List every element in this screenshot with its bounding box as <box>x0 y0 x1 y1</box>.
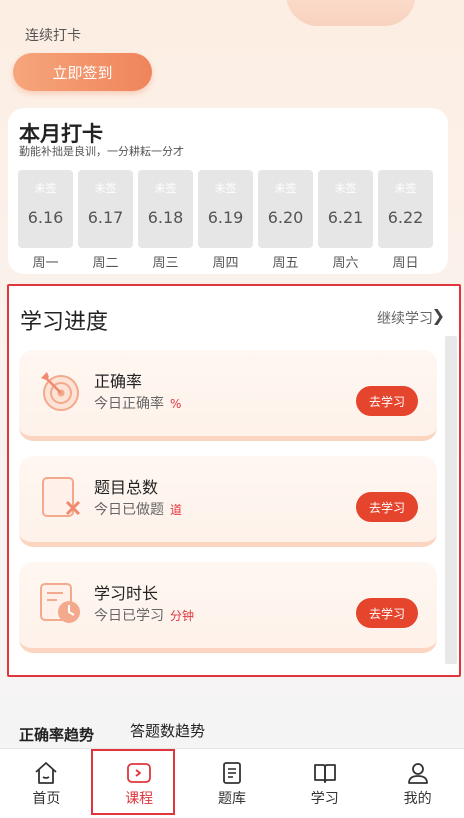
day-date: 6.17 <box>87 208 124 227</box>
day-status: 未签 <box>274 182 297 195</box>
day-box: 未签 6.17 <box>78 170 133 248</box>
home-icon <box>35 762 57 784</box>
day-date: 6.19 <box>207 208 244 227</box>
day-item[interactable]: 未签 6.17 周二 <box>78 170 133 271</box>
stat-title: 正确率 <box>94 372 143 391</box>
tab-answer-count-trend[interactable]: 答题数趋势 <box>130 720 205 741</box>
tab-label: 课程 <box>125 791 154 807</box>
day-box: 未签 6.19 <box>198 170 253 248</box>
stat-subtitle: 今日已做题道 <box>94 499 182 519</box>
day-box: 未签 6.22 <box>378 170 433 248</box>
tab-mine[interactable]: 我的 <box>371 749 464 818</box>
stat-card-total-questions[interactable]: 题目总数 今日已做题道 去学习 <box>19 456 437 547</box>
day-box: 未签 6.18 <box>138 170 193 248</box>
book-icon <box>313 764 336 783</box>
day-weekday: 周四 <box>212 256 239 271</box>
tab-label: 首页 <box>32 791 61 807</box>
stat-unit: 分钟 <box>170 609 195 623</box>
day-weekday: 周三 <box>152 256 179 271</box>
tab-course[interactable]: 课程 <box>93 749 186 818</box>
tab-accuracy-trend[interactable]: 正确率趋势 <box>19 724 94 745</box>
day-box: 未签 6.16 <box>18 170 73 248</box>
day-status: 未签 <box>34 182 57 195</box>
scrollbar[interactable] <box>445 336 457 664</box>
tab-label: 题库 <box>217 791 246 807</box>
study-progress-panel: 学习进度 继续学习 ❯ 正确率 今日正确率% 去学习 题目总数 今日已做题道 去… <box>7 284 461 677</box>
day-weekday: 周日 <box>392 256 419 271</box>
day-date: 6.16 <box>27 208 64 227</box>
tab-label: 我的 <box>403 791 432 807</box>
streak-label: 连续打卡 <box>25 28 81 44</box>
day-status: 未签 <box>334 182 357 195</box>
tab-question-bank[interactable]: 题库 <box>186 749 279 818</box>
go-study-button[interactable]: 去学习 <box>356 598 418 628</box>
day-weekday: 周一 <box>32 256 59 271</box>
target-icon <box>41 372 79 411</box>
stat-card-accuracy[interactable]: 正确率 今日正确率% 去学习 <box>19 350 437 441</box>
day-date: 6.20 <box>267 208 304 227</box>
day-status: 未签 <box>394 182 417 195</box>
day-weekday: 周六 <box>332 256 359 271</box>
stat-card-study-time[interactable]: 学习时长 今日已学习 分钟 去学习 <box>19 562 437 653</box>
day-item[interactable]: 未签 6.22 周日 <box>378 170 433 271</box>
day-item[interactable]: 未签 6.20 周五 <box>258 170 313 271</box>
day-status: 未签 <box>154 182 177 195</box>
tab-study[interactable]: 学习 <box>278 749 371 818</box>
chevron-right-icon[interactable]: ❯ <box>432 306 445 325</box>
stat-subtitle-text: 今日正确率 <box>94 396 164 412</box>
day-item[interactable]: 未签 6.21 周六 <box>318 170 373 271</box>
decorative-book-image <box>286 0 416 26</box>
day-status: 未签 <box>94 182 117 195</box>
bottom-tab-bar: 首页 课程 题库 学习 我的 <box>0 748 464 818</box>
day-date: 6.18 <box>147 208 184 227</box>
tab-home[interactable]: 首页 <box>0 749 93 818</box>
day-date: 6.22 <box>387 208 424 227</box>
go-study-button[interactable]: 去学习 <box>356 386 418 416</box>
day-status: 未签 <box>214 182 237 195</box>
user-icon <box>407 763 428 784</box>
stat-unit: % <box>170 397 182 411</box>
stat-unit: 道 <box>170 503 183 517</box>
tab-label: 学习 <box>310 791 339 807</box>
month-checkin-card: 本月打卡 勤能补拙是良训，一分耕耘一分才 未签 6.16 周一 未签 6.17 … <box>8 108 448 274</box>
day-item[interactable]: 未签 6.18 周三 <box>138 170 193 271</box>
day-weekday: 周二 <box>92 256 119 271</box>
day-list: 未签 6.16 周一 未签 6.17 周二 未签 6.18 周三 未签 6.19 <box>18 170 433 271</box>
play-icon <box>127 763 152 783</box>
day-box: 未签 6.21 <box>318 170 373 248</box>
continue-study-link[interactable]: 继续学习 <box>377 308 433 328</box>
stat-title: 题目总数 <box>94 478 159 497</box>
month-subtitle: 勤能补拙是良训，一分耕耘一分才 <box>19 145 184 158</box>
stat-subtitle-text: 今日已做题 <box>94 502 164 518</box>
day-date: 6.21 <box>327 208 364 227</box>
day-weekday: 周五 <box>272 256 299 271</box>
stat-subtitle: 今日已学习 分钟 <box>94 605 194 625</box>
day-box: 未签 6.20 <box>258 170 313 248</box>
question-bank-icon <box>223 762 241 784</box>
document-x-icon <box>42 477 81 517</box>
stat-subtitle-text: 今日已学习 <box>94 608 164 624</box>
go-study-button[interactable]: 去学习 <box>356 492 418 522</box>
stat-title: 学习时长 <box>94 584 159 603</box>
day-item[interactable]: 未签 6.16 周一 <box>18 170 73 271</box>
stat-subtitle: 今日正确率% <box>94 393 181 413</box>
progress-title: 学习进度 <box>20 310 109 335</box>
checkin-button[interactable]: 立即签到 <box>13 53 152 91</box>
day-item[interactable]: 未签 6.19 周四 <box>198 170 253 271</box>
clock-document-icon <box>40 583 80 623</box>
